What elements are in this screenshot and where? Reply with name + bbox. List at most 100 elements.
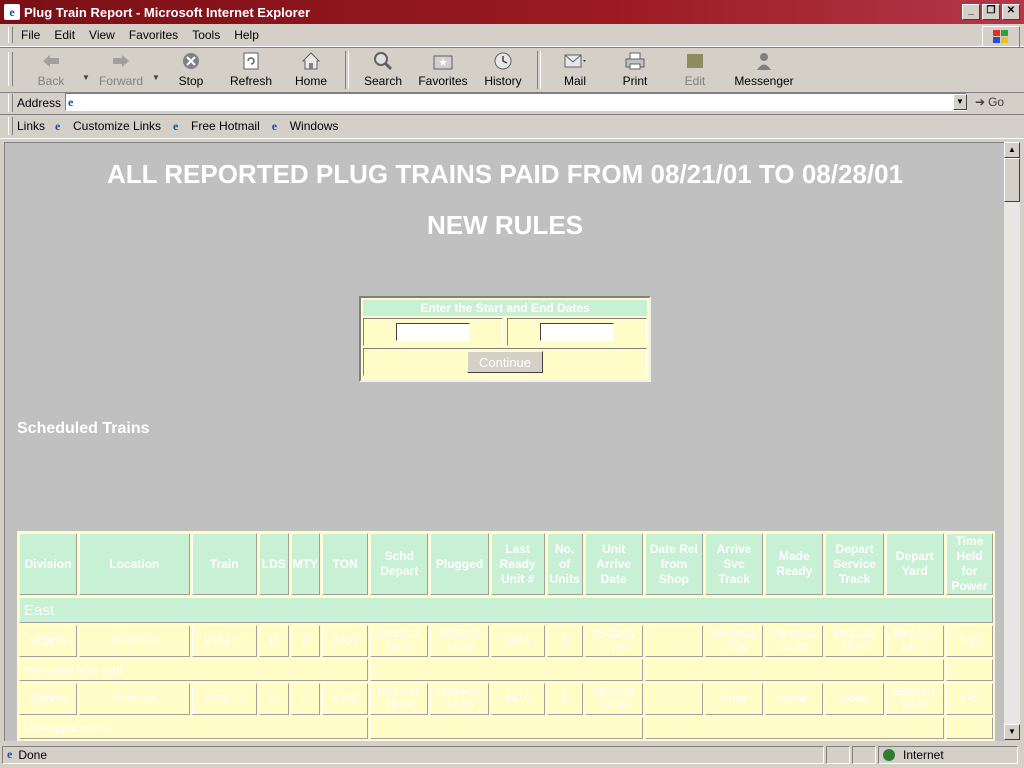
favorites-button[interactable]: Favorites <box>413 48 473 92</box>
table-cell <box>644 625 703 657</box>
table-header-row: Division Location Train LDS MTY TON Schd… <box>19 533 993 595</box>
mail-button[interactable]: Mail <box>545 48 605 92</box>
table-cell: 8924 <box>490 625 545 657</box>
status-zone-panel: Internet <box>878 745 1018 764</box>
table-cell: 0:35 <box>945 625 993 657</box>
toolbar-separator <box>537 51 541 89</box>
date-range-form: Enter the Start and End Dates Continue <box>359 296 651 382</box>
table-cell: 08/22/01 19:00 <box>885 625 944 657</box>
title-bar: e Plug Train Report - Microsoft Internet… <box>0 0 1024 24</box>
close-button[interactable]: ✕ <box>1002 4 1020 20</box>
back-arrow-icon <box>39 50 63 72</box>
address-dropdown-icon[interactable]: ▼ <box>953 94 967 110</box>
column-header: Depart Service Track <box>825 533 884 595</box>
column-header: TON <box>322 533 369 595</box>
table-cell: 4961 <box>322 625 369 657</box>
back-dropdown-icon[interactable]: ▼ <box>81 48 91 92</box>
minimize-button[interactable]: _ <box>962 4 980 20</box>
search-icon <box>371 50 395 72</box>
ie-page-icon: e <box>271 119 278 133</box>
link-customize-links[interactable]: e Customize Links <box>55 119 161 133</box>
column-header: Depart Yard <box>885 533 944 595</box>
address-input[interactable]: e <box>65 93 967 111</box>
ie-icon: e <box>4 4 20 20</box>
links-label: Links <box>17 119 46 133</box>
table-cell: Virginia <box>19 625 78 657</box>
column-header: Arrive Svc Track <box>704 533 764 595</box>
home-button[interactable]: Home <box>281 48 341 92</box>
section-title: Scheduled Trains <box>17 420 150 437</box>
column-header: No. of Units <box>546 533 583 595</box>
favorites-icon <box>431 50 455 72</box>
stop-button[interactable]: Stop <box>161 48 221 92</box>
menu-file[interactable]: File <box>21 28 40 42</box>
back-button[interactable]: Back <box>21 48 81 92</box>
table-cell: 08/24/01 19:45 <box>430 683 489 715</box>
windows-logo-icon <box>982 26 1020 48</box>
links-grip[interactable] <box>8 117 13 135</box>
form-header: Enter the Start and End Dates <box>363 300 647 316</box>
column-header: Unit Arrive Date <box>584 533 643 595</box>
table-cell: 08/22/01 17:40 <box>584 625 643 657</box>
table-cell: 08/22/01 18:00 <box>370 625 429 657</box>
address-grip[interactable] <box>8 93 13 112</box>
table-cell: 08/22/01 17:50 <box>704 625 764 657</box>
address-bar: Address e ▼ ➔ Go <box>0 91 1024 115</box>
note-spacer <box>945 717 993 739</box>
table-cell: 0:45 <box>945 683 993 715</box>
column-header: Time Held for Power <box>945 533 993 595</box>
continue-button[interactable]: Continue <box>467 351 543 373</box>
scroll-thumb[interactable] <box>1004 158 1020 202</box>
go-button[interactable]: ➔ Go <box>975 93 1021 111</box>
scroll-down-icon[interactable]: ▼ <box>1004 724 1020 740</box>
note-spacer <box>945 659 993 681</box>
status-text-panel: e Done <box>2 745 824 764</box>
region-row: East <box>19 597 993 623</box>
ie-page-icon: e <box>173 119 179 133</box>
refresh-button[interactable]: Refresh <box>221 48 281 92</box>
menu-view[interactable]: View <box>89 28 115 42</box>
messenger-button[interactable]: Messenger <box>725 48 803 92</box>
menu-help[interactable]: Help <box>234 28 259 42</box>
edit-button[interactable]: Edit <box>665 48 725 92</box>
table-cell: 08/24/01 19:45 <box>885 683 944 715</box>
maximize-button[interactable]: ❐ <box>982 4 1000 20</box>
table-cell: Roanoke <box>79 625 190 657</box>
note-cell: Unplugged power <box>19 717 369 739</box>
page-title: ALL REPORTED PLUG TRAINS PAID FROM 08/21… <box>106 159 904 189</box>
status-panel <box>852 745 876 764</box>
search-button[interactable]: Search <box>353 48 413 92</box>
menu-edit[interactable]: Edit <box>54 28 75 42</box>
vertical-scrollbar[interactable]: ▲ ▼ <box>1004 142 1020 740</box>
table-cell: 0 <box>290 683 321 715</box>
table-cell: 3 <box>546 625 583 657</box>
table-cell: Roanoke <box>79 683 190 715</box>
menu-favorites[interactable]: Favorites <box>129 28 178 42</box>
links-bar: Links e Customize Links e Free Hotmail e… <box>0 114 1024 139</box>
forward-dropdown-icon[interactable]: ▼ <box>151 48 161 92</box>
menu-grip[interactable] <box>8 27 13 43</box>
end-date-input[interactable] <box>540 323 614 341</box>
forward-button[interactable]: Forward <box>91 48 151 92</box>
toolbar-grip[interactable] <box>8 52 13 86</box>
trains-table: Division Location Train LDS MTY TON Schd… <box>17 531 995 741</box>
print-button[interactable]: Print <box>605 48 665 92</box>
table-cell: V125 23 <box>191 683 257 715</box>
address-label: Address <box>17 95 62 110</box>
note-spacer <box>644 659 944 681</box>
link-free-hotmail[interactable]: e Free Hotmail <box>173 119 260 133</box>
menu-bar: File Edit View Favorites Tools Help <box>0 24 1024 48</box>
history-button[interactable]: History <box>473 48 533 92</box>
link-windows[interactable]: e Windows <box>272 119 339 133</box>
globe-icon <box>883 748 895 761</box>
forward-arrow-icon <box>109 50 133 72</box>
menu-tools[interactable]: Tools <box>192 28 220 42</box>
scroll-up-icon[interactable]: ▲ <box>1004 142 1020 158</box>
table-cell: None <box>765 683 824 715</box>
note-spacer <box>370 659 643 681</box>
status-bar: e Done Internet <box>0 741 1024 768</box>
home-icon <box>299 50 323 72</box>
refresh-icon <box>239 50 263 72</box>
start-date-input[interactable] <box>396 323 470 341</box>
table-cell: 4 <box>290 625 321 657</box>
